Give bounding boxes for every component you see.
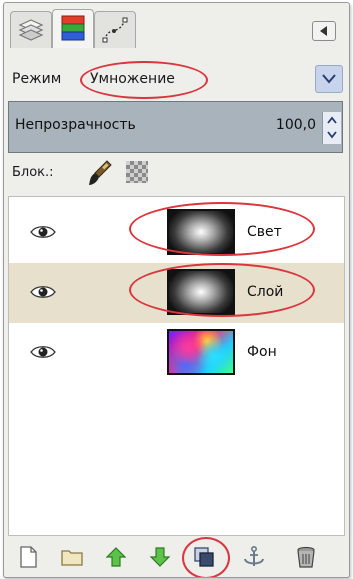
anchor-layer-icon — [244, 545, 264, 566]
layer-annotation-ring — [129, 202, 315, 256]
layer-name[interactable]: Фон — [247, 344, 277, 360]
tab-channels[interactable] — [52, 9, 94, 48]
opacity-spin-button[interactable] — [322, 112, 341, 144]
eye-icon[interactable] — [29, 344, 57, 360]
lock-pixels-brush-icon[interactable] — [87, 159, 113, 187]
layer-thumbnail — [167, 329, 235, 375]
opacity-label: Непрозрачность — [15, 117, 136, 133]
lock-label: Блок.: — [12, 165, 54, 180]
mode-annotation-ring — [80, 61, 208, 99]
mode-dropdown-button[interactable] — [315, 65, 343, 93]
layer-list: Свет Слой Фон — [8, 196, 345, 536]
tab-layers[interactable] — [10, 11, 52, 48]
toolbar-annotation-ring — [182, 537, 230, 577]
eye-icon[interactable] — [29, 224, 57, 240]
mode-label: Режим — [12, 71, 62, 87]
layer-group-button[interactable] — [60, 545, 84, 569]
layer-group-icon — [61, 550, 83, 566]
delete-layer-icon — [297, 546, 315, 568]
channels-tab-icon — [61, 15, 85, 41]
lower-layer-button[interactable] — [148, 545, 172, 569]
spin-up-icon — [327, 116, 337, 124]
raise-layer-button[interactable] — [104, 545, 128, 569]
lock-alpha-checker-icon[interactable] — [126, 161, 148, 183]
delete-layer-button[interactable] — [294, 545, 318, 569]
eye-icon[interactable] — [29, 284, 57, 300]
layer-annotation-ring — [129, 263, 315, 317]
layer-row-fon[interactable]: Фон — [9, 323, 344, 383]
lower-layer-icon — [149, 547, 171, 567]
tab-paths[interactable] — [94, 11, 136, 48]
opacity-slider[interactable]: Непрозрачность 100,0 — [8, 101, 343, 153]
chevron-down-icon — [322, 74, 336, 84]
layers-dialog: Режим Умножение Непрозрачность 100,0 Бло… — [3, 2, 350, 578]
layer-toolbar — [4, 535, 349, 577]
layers-tab-icon — [18, 19, 44, 41]
paths-tab-icon — [102, 17, 128, 43]
anchor-layer-button[interactable] — [242, 545, 266, 569]
dock-menu-icon — [320, 26, 327, 36]
raise-layer-icon — [105, 547, 127, 567]
spin-down-icon — [327, 131, 337, 139]
opacity-value[interactable]: 100,0 — [276, 117, 316, 133]
new-layer-button[interactable] — [16, 545, 40, 569]
dock-tab-strip — [4, 3, 349, 51]
new-layer-icon — [20, 546, 37, 568]
dock-menu-button[interactable] — [312, 21, 336, 41]
